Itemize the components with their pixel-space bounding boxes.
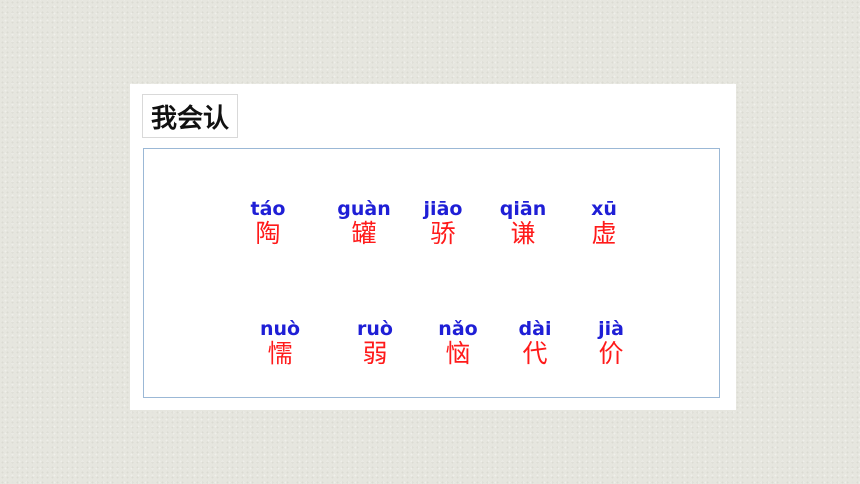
char-item: jià 价 — [576, 318, 646, 368]
vocab-card: 我会认 táo 陶 guàn 罐 jiāo 骄 qiān 谦 xū 虚 nuò … — [130, 84, 736, 410]
char-item: nuò 懦 — [245, 318, 315, 368]
hanzi-label: 骄 — [430, 219, 456, 248]
pinyin-label: jiāo — [423, 198, 463, 220]
hanzi-label: 懦 — [267, 339, 293, 368]
char-item: xū 虚 — [569, 198, 639, 248]
hanzi-label: 虚 — [591, 219, 617, 248]
pinyin-label: guàn — [337, 198, 391, 220]
section-title: 我会认 — [142, 94, 239, 138]
char-item: guàn 罐 — [329, 198, 399, 248]
char-item: ruò 弱 — [340, 318, 410, 368]
character-box: táo 陶 guàn 罐 jiāo 骄 qiān 谦 xū 虚 nuò 懦 ru… — [143, 148, 720, 398]
pinyin-label: nuò — [259, 318, 301, 340]
hanzi-label: 代 — [522, 339, 548, 368]
hanzi-label: 罐 — [351, 219, 377, 248]
char-item: jiāo 骄 — [408, 198, 478, 248]
hanzi-label: 弱 — [362, 339, 388, 368]
pinyin-label: jià — [598, 318, 624, 340]
hanzi-label: 价 — [598, 339, 624, 368]
pinyin-label: ruò — [357, 318, 393, 340]
hanzi-label: 恼 — [445, 339, 471, 368]
pinyin-label: xū — [591, 198, 617, 220]
pinyin-label: dài — [518, 318, 552, 340]
pinyin-label: nǎo — [438, 318, 478, 340]
hanzi-label: 谦 — [510, 219, 536, 248]
pinyin-label: táo — [250, 198, 286, 220]
char-item: táo 陶 — [233, 198, 303, 248]
char-item: qiān 谦 — [488, 198, 558, 248]
char-item: dài 代 — [500, 318, 570, 368]
pinyin-label: qiān — [499, 198, 547, 220]
hanzi-label: 陶 — [255, 219, 281, 248]
char-item: nǎo 恼 — [423, 318, 493, 368]
